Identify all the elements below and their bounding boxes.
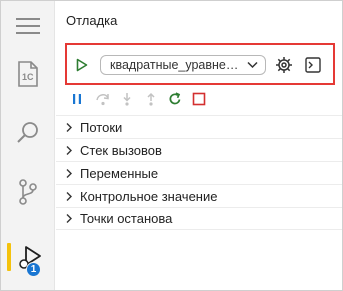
section-label: Точки останова [80,211,173,226]
open-launch-settings-button[interactable] [274,55,294,75]
panel-title: Отладка [66,13,118,28]
chevron-down-icon [247,61,258,69]
pause-icon [73,94,81,104]
step-over-button[interactable] [94,90,112,108]
start-debugging-button[interactable] [75,57,89,73]
gear-icon [276,57,292,73]
source-control-button[interactable] [1,169,55,215]
restart-icon [169,92,181,105]
launch-configuration-value: квадратные_уравнения [110,58,242,72]
section-label: Контрольное значение [80,188,218,204]
section-label: Стек вызовов [80,142,162,158]
file-1c-text: 1С [22,72,34,82]
section-label: Переменные [80,165,159,181]
section-variables[interactable]: Переменные [56,161,342,184]
launch-configuration-select[interactable]: квадратные_уравнения [100,55,266,75]
menu-button[interactable] [1,3,55,49]
explorer-button[interactable]: 1С [1,51,55,97]
chevron-right-icon [66,168,72,178]
step-out-icon [147,92,155,106]
file-1c-icon: 1С [18,61,38,87]
debug-sections: Потоки Стек вызовов Переменные Контрольн… [56,115,342,230]
menu-icon [16,18,40,34]
step-out-button[interactable] [142,90,160,108]
pause-button[interactable] [68,90,86,108]
debug-panel: Отладка квадратные_уравнения Потоки Стек… [56,1,342,290]
section-breakpoints[interactable]: Точки останова [56,207,342,230]
chevron-right-icon [66,191,72,201]
debug-badge: 1 [26,262,41,277]
step-into-button[interactable] [118,90,136,108]
stop-icon [192,92,206,106]
stop-button[interactable] [190,90,208,108]
section-watch[interactable]: Контрольное значение [56,184,342,207]
chevron-right-icon [66,145,72,155]
debug-console-button[interactable] [303,55,323,75]
run-debug-button[interactable]: 1 [1,235,55,281]
play-icon [76,58,88,72]
restart-button[interactable] [166,90,184,108]
search-icon [17,122,38,143]
step-into-icon [123,93,131,106]
section-threads[interactable]: Потоки [56,115,342,138]
launch-configuration-bar: квадратные_уравнения [65,43,335,85]
chevron-right-icon [66,214,72,223]
step-over-icon [96,94,109,106]
activity-bar: 1С 1 [1,1,55,290]
terminal-icon [305,57,321,73]
chevron-right-icon [66,122,72,132]
search-button[interactable] [1,109,55,155]
source-control-icon [19,179,37,205]
section-call-stack[interactable]: Стек вызовов [56,138,342,161]
section-label: Потоки [80,119,123,135]
